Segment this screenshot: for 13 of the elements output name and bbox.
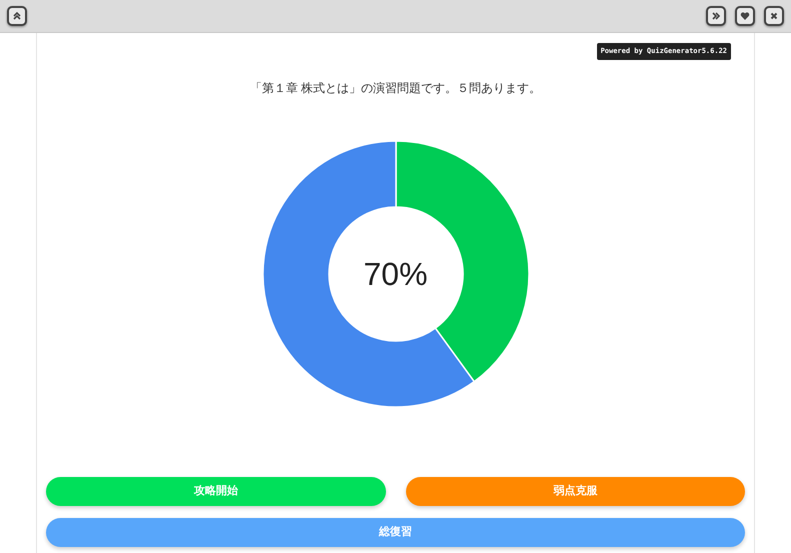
scroll-up-button[interactable] (7, 6, 27, 26)
favorite-button[interactable] (735, 6, 755, 26)
double-chevron-right-icon (711, 11, 721, 21)
forward-button[interactable] (706, 6, 726, 26)
close-button[interactable] (764, 6, 784, 26)
action-button[interactable]: 弱点克服 (406, 477, 745, 506)
close-icon (769, 11, 779, 21)
action-button[interactable]: 攻略開始 (46, 477, 386, 506)
percentage-label: 70% (362, 254, 429, 294)
heart-icon (740, 11, 750, 21)
intro-text: 「第１章 株式とは」の演習問題です。５問あります。 (248, 80, 542, 96)
double-chevron-up-icon (12, 11, 22, 21)
action-button[interactable]: 総復習 (46, 518, 745, 547)
